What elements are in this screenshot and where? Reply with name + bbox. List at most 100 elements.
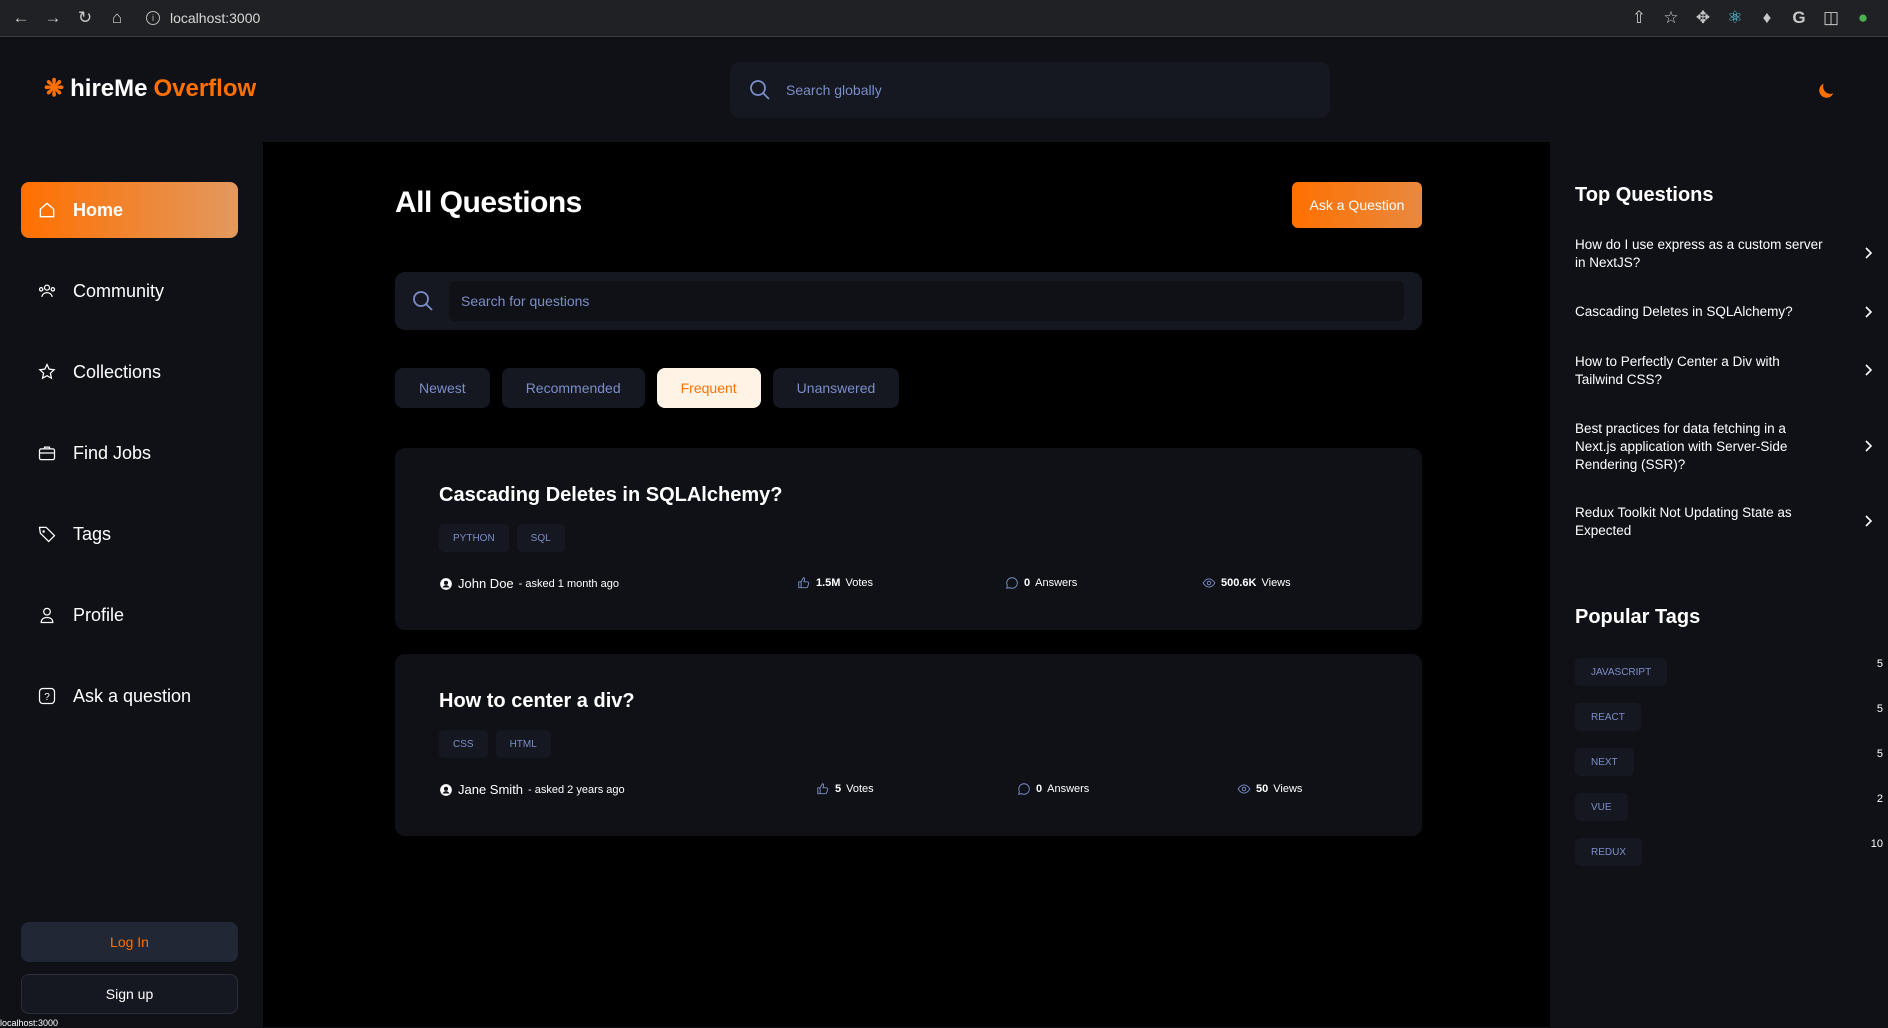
users-icon [38,284,56,297]
views-count: 500.6K [1221,577,1257,589]
popular-tag[interactable]: NEXT [1575,748,1634,776]
top-question-link[interactable]: How to Perfectly Center a Div with Tailw… [1575,353,1825,389]
tag-badge[interactable]: SQL [516,524,565,552]
votes-count: 5 [835,783,842,795]
tag-count: 5 [1876,748,1883,760]
google-icon[interactable]: G [1788,7,1810,29]
top-question-link[interactable]: Best practices for data fetching in a Ne… [1575,420,1825,474]
question-search[interactable]: Search for questions [395,272,1422,330]
chevron-right-icon[interactable] [1862,364,1874,376]
user-avatar-icon [440,577,452,590]
sidebar-item-label: Find Jobs [73,442,152,463]
sidebar-item-community[interactable]: Community [21,263,238,319]
reload-icon[interactable]: ↻ [74,7,96,29]
filter-recommended[interactable]: Recommended [501,368,645,408]
question-author[interactable]: John Doe - asked 1 month ago [439,576,619,591]
asked-time: - asked 1 month ago [518,577,619,590]
votes-metric: 5 Votes [816,782,874,796]
question-tags: CSS HTML [439,730,551,758]
sidebar-item-home[interactable]: Home [21,182,238,238]
filter-unanswered[interactable]: Unanswered [772,368,900,408]
tag-badge[interactable]: HTML [495,730,551,758]
chevron-right-icon[interactable] [1862,515,1874,527]
sidebar-item-find-jobs[interactable]: Find Jobs [21,425,238,481]
briefcase-icon [38,446,56,461]
react-devtools-icon[interactable]: ⚛ [1724,7,1746,29]
tag-count: 10 [1870,838,1883,850]
views-metric: 50 Views [1237,782,1302,796]
question-search-input[interactable]: Search for questions [449,281,1404,321]
popular-tag[interactable]: REACT [1575,703,1641,731]
answers-metric: 0 Answers [1017,782,1089,796]
message-icon [1018,783,1030,795]
eye-icon [1202,578,1216,588]
popular-tag[interactable]: VUE [1575,793,1628,821]
chevron-right-icon[interactable] [1862,440,1874,452]
profile-avatar-icon[interactable]: ● [1852,7,1874,29]
chevron-right-icon[interactable] [1862,247,1874,259]
extension-icon[interactable]: ✥ [1692,7,1714,29]
message-icon [1006,577,1018,589]
question-card: Cascading Deletes in SQLAlchemy? PYTHON … [395,448,1422,630]
sidebar-item-profile[interactable]: Profile [21,587,238,643]
top-questions-heading: Top Questions [1575,184,1714,206]
forward-icon[interactable]: → [42,7,64,29]
top-navbar: ❋ hireMe Overflow Search globally [0,38,1888,142]
views-label: Views [1261,577,1291,589]
moon-icon[interactable] [1815,80,1837,102]
sidebar-item-label: Home [73,199,124,220]
share-icon[interactable]: ⇧ [1628,7,1650,29]
question-title[interactable]: Cascading Deletes in SQLAlchemy? [439,484,782,507]
sidebar-item-ask-question[interactable]: ? Ask a question [21,668,238,724]
author-name: Jane Smith [458,782,524,797]
filter-frequent[interactable]: Frequent [656,368,761,408]
question-tags: PYTHON SQL [439,524,565,552]
page-title: All Questions [395,186,582,219]
thumbs-up-icon [798,577,810,589]
tag-count: 2 [1876,793,1883,805]
sidebar-item-label: Tags [73,523,112,544]
votes-count: 1.5M [816,577,841,589]
svg-text:?: ? [44,692,50,703]
top-question-link[interactable]: Cascading Deletes in SQLAlchemy? [1575,303,1825,321]
tag-badge[interactable]: PYTHON [439,524,509,552]
question-author[interactable]: Jane Smith - asked 2 years ago [439,782,625,797]
eye-icon [1237,784,1251,794]
asked-time: - asked 2 years ago [528,783,625,796]
question-title[interactable]: How to center a div? [439,690,635,713]
top-question-link[interactable]: How do I use express as a custom server … [1575,236,1825,272]
app-logo[interactable]: ❋ hireMe Overflow [44,74,256,103]
views-count: 50 [1256,783,1269,795]
sidepanel-icon[interactable]: ◫ [1820,7,1842,29]
chevron-right-icon[interactable] [1862,306,1874,318]
tag-icon [38,526,56,543]
author-name: John Doe [458,576,514,591]
global-search-input[interactable]: Search globally [786,82,882,98]
global-search[interactable]: Search globally [730,62,1330,118]
login-button[interactable]: Log In [21,922,238,962]
sidebar-item-tags[interactable]: Tags [21,506,238,562]
address-bar[interactable]: i localhost:3000 [138,4,1638,32]
ask-question-button[interactable]: Ask a Question [1292,182,1422,228]
top-question-link[interactable]: Redux Toolkit Not Updating State as Expe… [1575,504,1825,540]
filter-newest[interactable]: Newest [395,368,490,408]
answers-label: Answers [1035,577,1078,589]
sidebar-item-collections[interactable]: Collections [21,344,238,400]
left-sidebar: Home Community Collections Find Jobs Tag… [0,142,263,1028]
site-info-icon[interactable]: i [146,11,160,25]
url-text: localhost:3000 [170,10,261,26]
popular-tag[interactable]: REDUX [1575,838,1643,866]
search-icon [750,80,770,100]
signup-button[interactable]: Sign up [21,974,238,1014]
bookmark-star-icon[interactable]: ☆ [1660,7,1682,29]
main-content: All Questions Ask a Question Search for … [263,142,1550,1027]
sidebar-item-label: Profile [73,604,125,625]
back-icon[interactable]: ← [10,7,32,29]
puzzle-icon[interactable]: ♦ [1756,7,1778,29]
user-avatar-icon [440,783,452,796]
thumbs-up-icon [817,783,829,795]
home-browser-icon[interactable]: ⌂ [106,7,128,29]
popular-tag[interactable]: JAVASCRIPT [1575,658,1668,686]
tag-badge[interactable]: CSS [439,730,488,758]
filter-tabs: Newest Recommended Frequent Unanswered [395,368,900,408]
